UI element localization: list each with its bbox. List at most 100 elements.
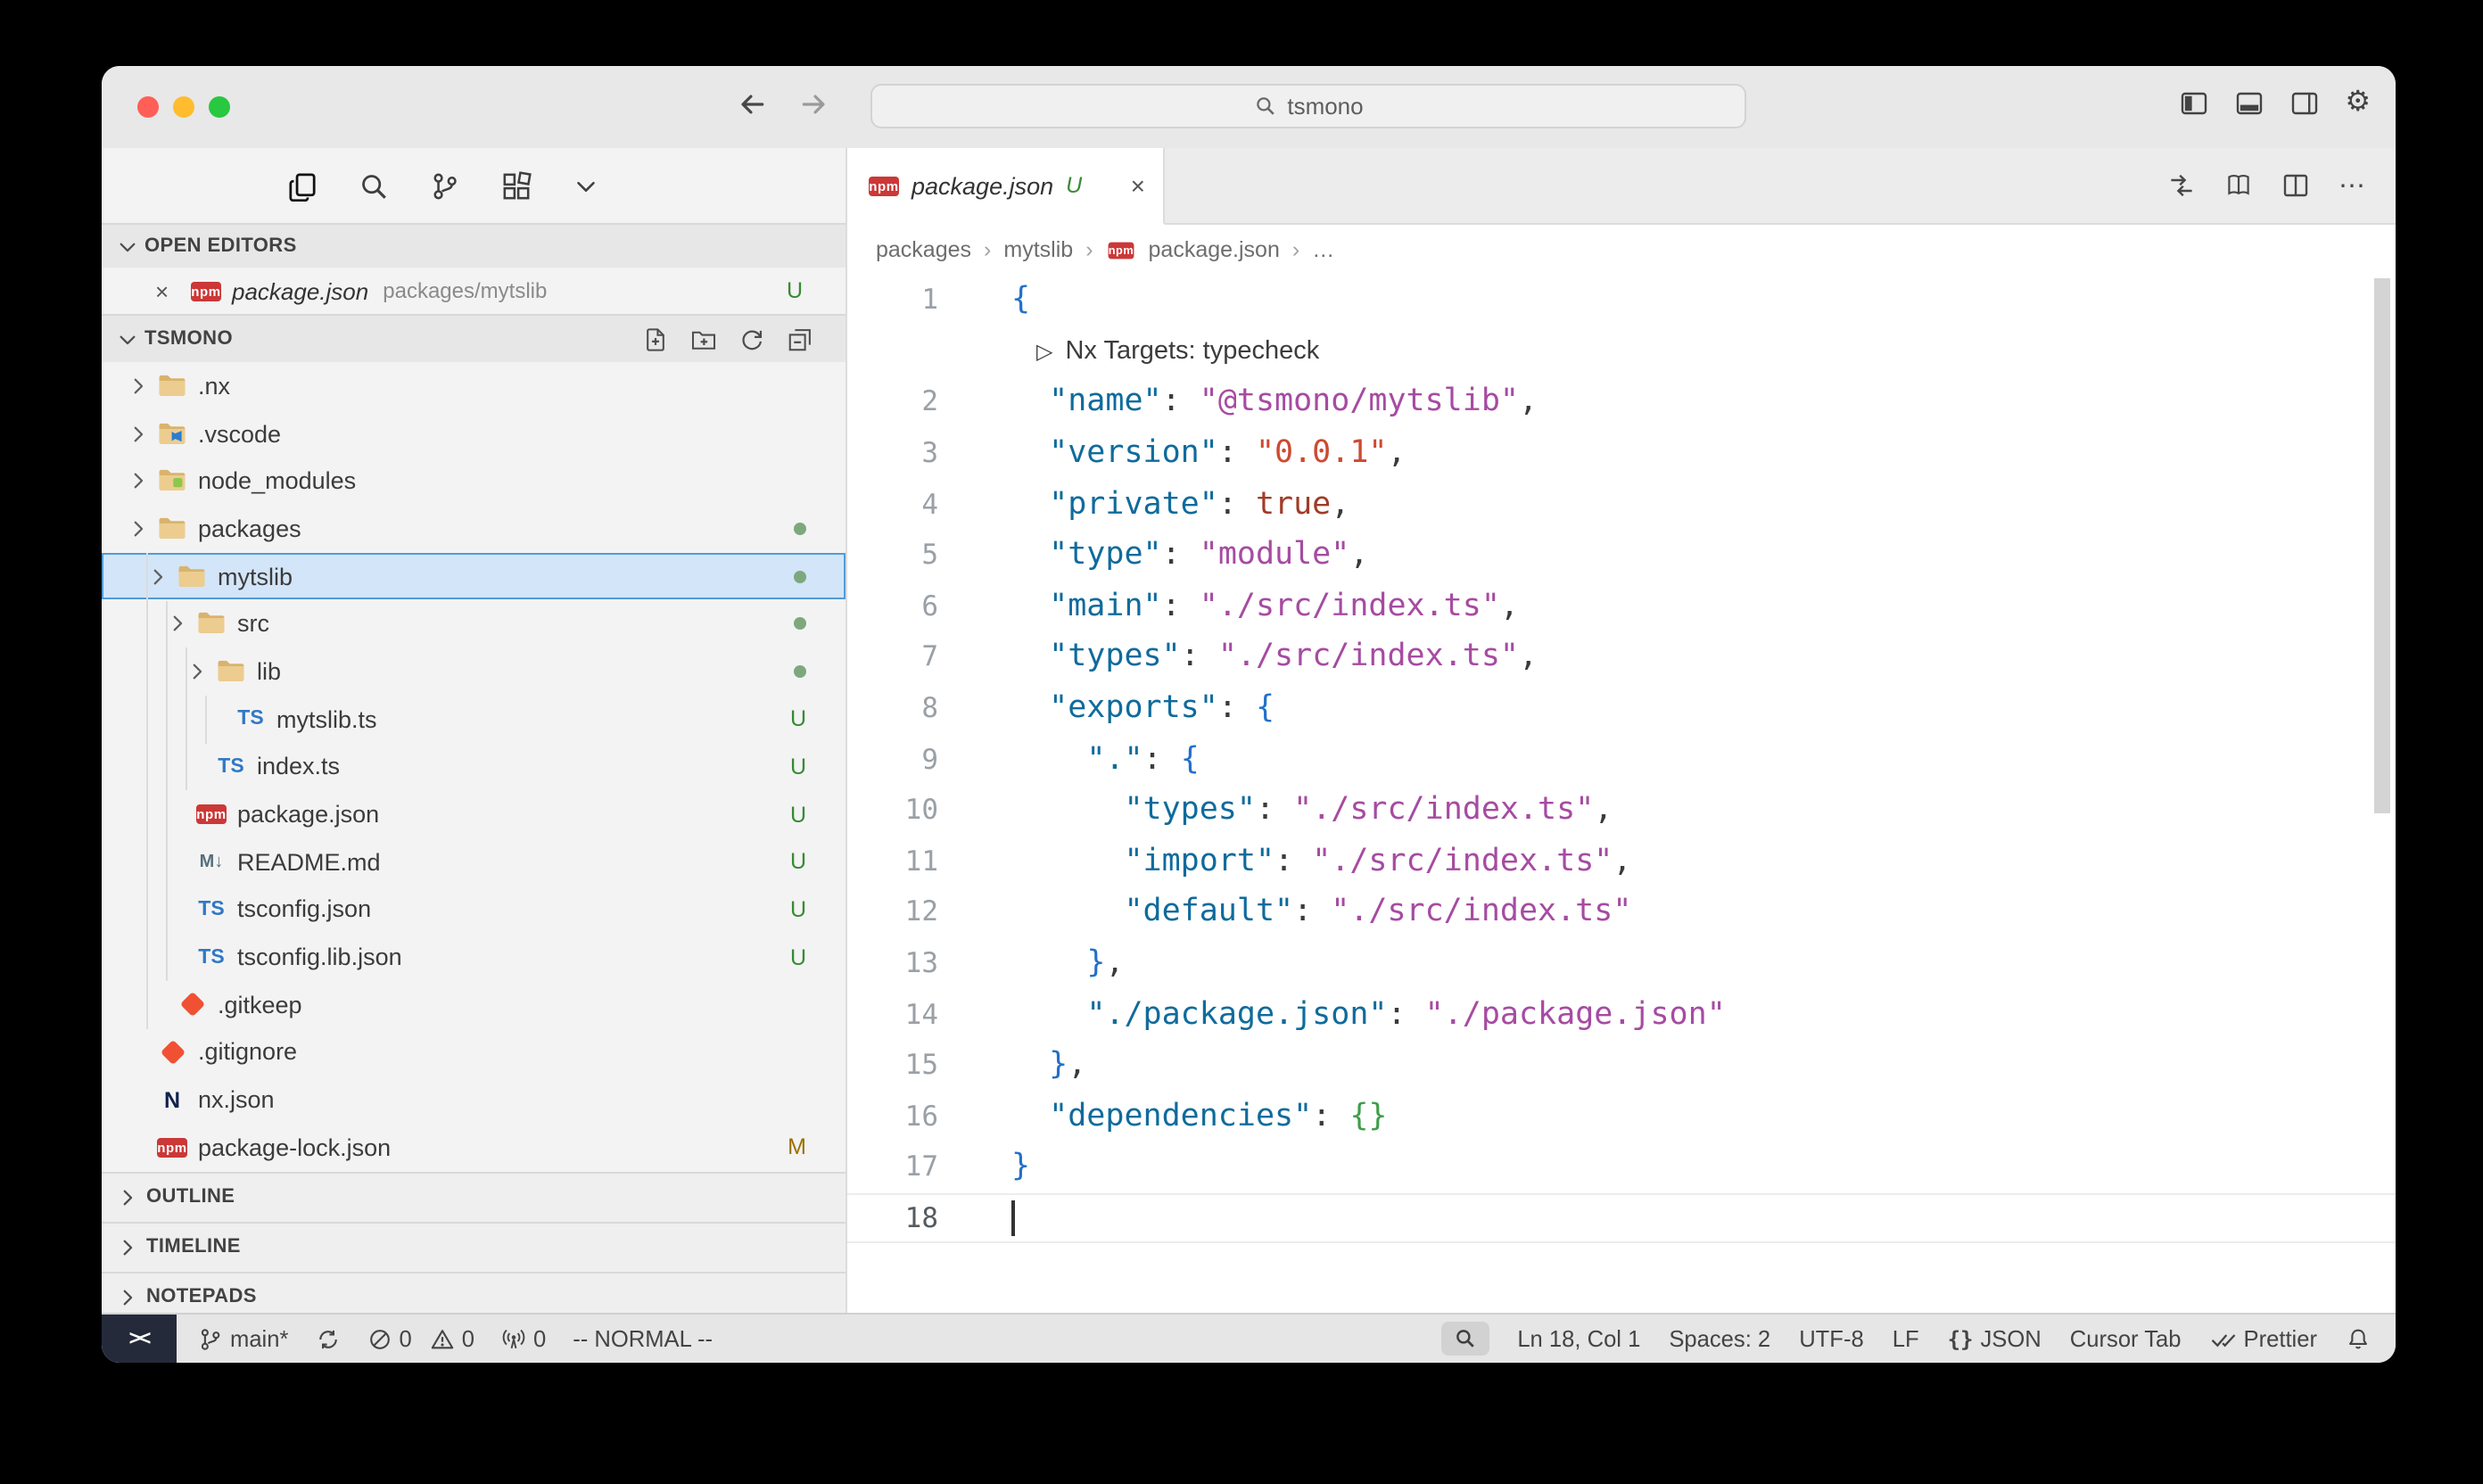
tree-item-.nx[interactable]: .nx bbox=[102, 362, 846, 409]
breadcrumb-item[interactable]: packages bbox=[876, 237, 971, 262]
notifications-bell[interactable] bbox=[2346, 1326, 2371, 1351]
cursor-tab-status[interactable]: Cursor Tab bbox=[2070, 1325, 2182, 1352]
code-editor[interactable]: 1{ ▷ Nx Targets: typecheck 2 "name": "@tsmo… bbox=[847, 275, 2396, 1313]
chevron-right-icon[interactable] bbox=[127, 422, 155, 445]
open-editor-item[interactable]: × npm package.json packages/mytslib U bbox=[102, 268, 846, 314]
tree-item-node-modules[interactable]: node_modules bbox=[102, 458, 846, 505]
git-branch-status[interactable]: main* bbox=[198, 1325, 288, 1352]
close-editor-icon[interactable]: × bbox=[155, 277, 180, 304]
tree-item-tsconfig.lib.json[interactable]: TStsconfig.lib.jsonU bbox=[102, 934, 846, 981]
tree-item-lib[interactable]: lib bbox=[102, 647, 846, 695]
tree-item-mytslib[interactable]: mytslib bbox=[102, 553, 846, 600]
breadcrumb-item[interactable]: package.json bbox=[1149, 237, 1280, 262]
maximize-window-button[interactable] bbox=[209, 96, 230, 118]
code-line-13[interactable]: 13 }, bbox=[847, 937, 2396, 988]
breadcrumb-item[interactable]: mytslib bbox=[1003, 237, 1073, 262]
toggle-secondary-sidebar-icon[interactable] bbox=[2289, 89, 2318, 118]
ports-status[interactable]: 0 bbox=[501, 1325, 546, 1352]
code-line-4[interactable]: 4 "private": true, bbox=[847, 479, 2396, 530]
tree-item-tsconfig.json[interactable]: TStsconfig.jsonU bbox=[102, 886, 846, 933]
extensions-icon[interactable] bbox=[501, 170, 532, 201]
more-views-chevron-icon[interactable] bbox=[573, 172, 599, 199]
code-line-11[interactable]: 11 "import": "./src/index.ts", bbox=[847, 836, 2396, 886]
code-line-1[interactable]: 1{ bbox=[847, 275, 2396, 326]
titlebar[interactable]: tsmono ⚙ bbox=[102, 66, 2396, 148]
close-tab-icon[interactable]: × bbox=[1131, 171, 1145, 200]
breadcrumb-item[interactable]: … bbox=[1312, 237, 1334, 262]
code-line-6[interactable]: 6 "main": "./src/index.ts", bbox=[847, 581, 2396, 631]
explorer-section-header[interactable]: TSMONO bbox=[102, 314, 846, 362]
code-line-5[interactable]: 5 "type": "module", bbox=[847, 530, 2396, 581]
compare-changes-icon[interactable] bbox=[2167, 171, 2196, 200]
code-line-8[interactable]: 8 "exports": { bbox=[847, 683, 2396, 734]
chevron-down-icon[interactable] bbox=[146, 565, 175, 588]
tab-package-json[interactable]: npm package.json U × bbox=[847, 148, 1165, 225]
chevron-down-icon[interactable] bbox=[166, 613, 194, 636]
tree-item-.vscode[interactable]: .vscode bbox=[102, 409, 846, 457]
outline-section-header[interactable]: OUTLINE bbox=[102, 1171, 846, 1221]
open-editors-header[interactable]: OPEN EDITORS bbox=[102, 223, 846, 268]
code-line-15[interactable]: 15 }, bbox=[847, 1040, 2396, 1091]
chevron-down-icon bbox=[116, 235, 139, 258]
toggle-panel-icon[interactable] bbox=[2234, 89, 2263, 118]
codelens-label[interactable]: Nx Targets: typecheck bbox=[1065, 337, 1319, 366]
close-window-button[interactable] bbox=[137, 96, 159, 118]
split-editor-icon[interactable] bbox=[2281, 171, 2310, 200]
code-line-2[interactable]: 2 "name": "@tsmono/mytslib", bbox=[847, 376, 2396, 427]
sync-changes[interactable] bbox=[315, 1326, 340, 1351]
zoom-indicator[interactable] bbox=[1440, 1322, 1489, 1356]
source-control-icon[interactable] bbox=[430, 170, 460, 201]
command-center-search[interactable]: tsmono bbox=[870, 84, 1746, 128]
tree-item-.gitkeep[interactable]: .gitkeep bbox=[102, 981, 846, 1028]
code-line-7[interactable]: 7 "types": "./src/index.ts", bbox=[847, 631, 2396, 682]
problems-status[interactable]: 0 0 bbox=[367, 1325, 474, 1352]
play-icon[interactable]: ▷ bbox=[1036, 339, 1052, 364]
back-arrow-icon[interactable] bbox=[737, 89, 767, 120]
code-line-3[interactable]: 3 "version": "0.0.1", bbox=[847, 428, 2396, 479]
notepads-section-header[interactable]: NOTEPADS bbox=[102, 1271, 846, 1313]
chevron-right-icon[interactable] bbox=[127, 375, 155, 398]
toggle-primary-sidebar-icon[interactable] bbox=[2179, 89, 2207, 118]
new-file-icon[interactable] bbox=[642, 326, 669, 352]
open-changes-icon[interactable] bbox=[2224, 171, 2253, 200]
explorer-icon[interactable] bbox=[287, 170, 318, 201]
tree-item-package.json[interactable]: npmpackage.jsonU bbox=[102, 790, 846, 837]
code-line-18[interactable]: 18 bbox=[847, 1192, 2396, 1243]
search-view-icon[interactable] bbox=[359, 170, 389, 201]
collapse-all-icon[interactable] bbox=[787, 326, 813, 352]
code-line-10[interactable]: 10 "types": "./src/index.ts", bbox=[847, 785, 2396, 836]
scrollbar-thumb[interactable] bbox=[2374, 278, 2390, 813]
language-mode[interactable]: {} JSON bbox=[1948, 1325, 2042, 1352]
more-actions-icon[interactable]: ⋯ bbox=[2339, 169, 2367, 202]
chevron-right-icon[interactable] bbox=[127, 469, 155, 492]
gear-icon[interactable]: ⚙ bbox=[2345, 89, 2371, 118]
minimize-window-button[interactable] bbox=[173, 96, 194, 118]
code-line-14[interactable]: 14 "./package.json": "./package.json" bbox=[847, 989, 2396, 1040]
formatter-status[interactable]: Prettier bbox=[2210, 1325, 2318, 1352]
eol-status[interactable]: LF bbox=[1893, 1325, 1919, 1352]
codelens-nx-targets[interactable]: ▷ Nx Targets: typecheck bbox=[847, 326, 2396, 376]
code-line-12[interactable]: 12 "default": "./src/index.ts" bbox=[847, 886, 2396, 937]
tree-item-src[interactable]: src bbox=[102, 600, 846, 647]
tree-item-README.md[interactable]: M↓README.mdU bbox=[102, 838, 846, 886]
refresh-icon[interactable] bbox=[738, 326, 765, 352]
timeline-section-header[interactable]: TIMELINE bbox=[102, 1221, 846, 1271]
tree-item-index.ts[interactable]: TSindex.tsU bbox=[102, 743, 846, 790]
chevron-down-icon[interactable] bbox=[127, 517, 155, 540]
vim-mode-indicator[interactable]: -- NORMAL -- bbox=[573, 1325, 713, 1352]
indentation-status[interactable]: Spaces: 2 bbox=[1669, 1325, 1770, 1352]
tree-item-.gitignore[interactable]: .gitignore bbox=[102, 1028, 846, 1076]
code-line-9[interactable]: 9 ".": { bbox=[847, 734, 2396, 785]
remote-indicator[interactable]: >< bbox=[102, 1315, 177, 1363]
cursor-position[interactable]: Ln 18, Col 1 bbox=[1517, 1325, 1640, 1352]
code-line-17[interactable]: 17} bbox=[847, 1142, 2396, 1192]
new-folder-icon[interactable] bbox=[690, 326, 717, 352]
encoding-status[interactable]: UTF-8 bbox=[1799, 1325, 1864, 1352]
chevron-down-icon[interactable] bbox=[186, 660, 214, 683]
tree-item-packages[interactable]: packages bbox=[102, 505, 846, 552]
code-line-16[interactable]: 16 "dependencies": {} bbox=[847, 1091, 2396, 1142]
tree-item-mytslib.ts[interactable]: TSmytslib.tsU bbox=[102, 696, 846, 743]
forward-arrow-icon[interactable] bbox=[799, 89, 829, 120]
tree-item-package-lock.json[interactable]: npmpackage-lock.jsonM bbox=[102, 1124, 846, 1171]
tree-item-nx.json[interactable]: Nnx.json bbox=[102, 1076, 846, 1124]
